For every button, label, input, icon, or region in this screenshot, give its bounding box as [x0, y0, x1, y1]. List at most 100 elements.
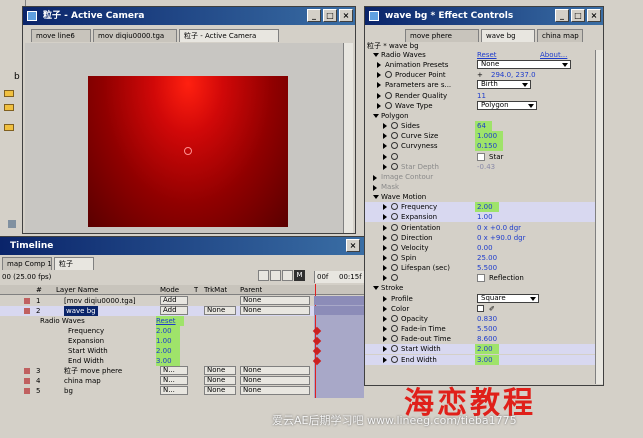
property-dropdown[interactable]: Polygon [477, 100, 537, 110]
parent-dropdown[interactable]: None [240, 366, 310, 375]
tool-icon[interactable] [282, 270, 293, 281]
eyedropper-icon[interactable]: ✐ [489, 304, 495, 314]
trkmat-dropdown[interactable]: None [204, 366, 236, 375]
effect-property-row[interactable]: Velocity 0.00 [365, 243, 597, 253]
stopwatch-icon[interactable] [391, 122, 398, 130]
stopwatch-icon[interactable] [391, 335, 398, 343]
expand-right-icon[interactable] [377, 82, 381, 89]
trkmat-dropdown[interactable]: None [204, 306, 236, 315]
checkbox[interactable] [477, 274, 485, 283]
maximize-button[interactable]: □ [323, 9, 337, 22]
layer-row[interactable]: 2 wave bg Add None None [0, 306, 364, 316]
expand-right-icon[interactable] [383, 234, 387, 241]
layer-bar[interactable] [314, 306, 364, 315]
minimize-button[interactable]: _ [555, 9, 569, 22]
stopwatch-icon[interactable] [385, 71, 392, 79]
folder-icon[interactable] [4, 124, 14, 131]
property-value[interactable]: 3.00 [475, 354, 499, 365]
timeline-title[interactable]: Timeline [0, 237, 364, 255]
expand-right-icon[interactable] [383, 265, 387, 272]
parent-dropdown[interactable]: None [240, 386, 310, 395]
property-value[interactable]: 0 x +0.0 dgr [477, 223, 521, 233]
comp-window-title[interactable]: 粒子 - Active Camera [23, 7, 355, 25]
effect-property-row[interactable]: Spin 25.00 [365, 253, 597, 263]
expand-right-icon[interactable] [383, 224, 387, 231]
checkbox[interactable] [477, 152, 485, 161]
property-row[interactable]: Start Width 2.00 [0, 346, 364, 356]
property-value[interactable]: 0 x +90.0 dgr [477, 233, 526, 243]
stopwatch-icon[interactable] [385, 91, 392, 99]
effect-property-row[interactable]: Frequency 2.00 [365, 202, 597, 213]
trkmat-dropdown[interactable]: None [204, 386, 236, 395]
effect-property-row[interactable]: Profile Square [365, 293, 597, 304]
color-swatch[interactable] [477, 304, 484, 312]
layer-name[interactable]: china map [64, 376, 101, 386]
effect-property-row[interactable]: Opacity 0.830 [365, 314, 597, 324]
timeline-close-button[interactable]: × [346, 239, 360, 252]
property-value[interactable]: 25.00 [477, 253, 497, 263]
folder-icon[interactable] [4, 90, 14, 97]
effect-property-row[interactable]: Color ✐ [365, 304, 597, 314]
stopwatch-icon[interactable] [391, 264, 398, 272]
trkmat-dropdown[interactable]: None [204, 376, 236, 385]
motion-blur-icon[interactable]: M [294, 270, 305, 281]
parent-dropdown[interactable]: None [240, 306, 310, 315]
effect-section-row[interactable]: Radio Waves Reset About... [365, 50, 597, 60]
property-value[interactable]: 64 [475, 121, 492, 132]
expand-right-icon[interactable] [377, 92, 381, 99]
property-value[interactable]: 2.00 [475, 344, 499, 355]
tab-china-map[interactable]: china map [537, 29, 583, 42]
expand-right-icon[interactable] [383, 295, 387, 302]
property-value[interactable]: 2.00 [156, 346, 180, 356]
expand-right-icon[interactable] [383, 153, 387, 160]
expand-right-icon[interactable] [383, 305, 387, 312]
effect-section-row[interactable]: Stroke [365, 283, 597, 293]
expand-right-icon[interactable] [383, 123, 387, 130]
effect-property-row[interactable]: Expansion 1.00 [365, 212, 597, 223]
expand-right-icon[interactable] [383, 163, 387, 170]
effect-property-row[interactable]: Wave Type Polygon [365, 100, 597, 111]
effect-property-row[interactable]: Direction 0 x +90.0 dgr [365, 233, 597, 243]
expand-right-icon[interactable] [383, 244, 387, 251]
property-value[interactable]: 11 [477, 91, 486, 101]
trash-icon[interactable] [8, 220, 16, 228]
layer-name[interactable]: [mov diqiu0000.tga] [64, 296, 136, 306]
property-row[interactable]: End Width 3.00 [0, 356, 364, 366]
property-value[interactable]: 1.000 [475, 131, 504, 142]
tool-icon[interactable] [270, 270, 281, 281]
property-value[interactable]: 2.00 [156, 326, 180, 336]
effect-property-row[interactable]: Curve Size 1.000 [365, 131, 597, 142]
layer-row[interactable]: 4 china map N... None None [0, 376, 364, 386]
mode-dropdown[interactable]: N... [160, 366, 188, 375]
stopwatch-icon[interactable] [391, 345, 398, 353]
effect-property-row[interactable]: Curvyness 0.150 [365, 141, 597, 152]
property-value[interactable]: 0.00 [477, 243, 493, 253]
layer-name[interactable]: bg [64, 386, 73, 396]
effect-property-row[interactable]: Orientation 0 x +0.0 dgr [365, 223, 597, 233]
property-value[interactable]: 5.500 [477, 263, 497, 273]
effect-section-row[interactable]: Wave Motion [365, 192, 597, 202]
stopwatch-icon[interactable] [391, 254, 398, 261]
comp-scrollbar[interactable] [343, 43, 353, 233]
expand-right-icon[interactable] [383, 346, 387, 353]
close-button[interactable]: × [339, 9, 353, 22]
effect-property-row[interactable]: Start Width 2.00 [365, 344, 597, 355]
layer-row[interactable]: 1 [mov diqiu0000.tga] Add None [0, 296, 364, 306]
expand-right-icon[interactable] [377, 102, 381, 109]
layer-bar[interactable] [314, 296, 364, 305]
expand-right-icon[interactable] [377, 62, 381, 69]
expand-right-icon[interactable] [383, 275, 387, 282]
tab-map-comp[interactable]: map Comp 1 [2, 257, 52, 270]
tab-active-camera[interactable]: 粒子 - Active Camera [179, 29, 279, 42]
property-value[interactable]: 5.500 [477, 324, 497, 334]
expand-down-icon[interactable] [373, 113, 379, 118]
property-dropdown[interactable]: None [477, 60, 571, 70]
effect-property-row[interactable]: Lifespan (sec) 5.500 [365, 263, 597, 273]
stopwatch-icon[interactable] [385, 101, 392, 109]
stopwatch-icon[interactable] [391, 142, 398, 150]
comp-viewer[interactable] [25, 43, 343, 233]
property-value[interactable]: 1.00 [477, 212, 493, 222]
effect-property-row[interactable]: End Width 3.00 [365, 354, 597, 365]
effect-property-row[interactable]: Render Quality 11 [365, 91, 597, 101]
stopwatch-icon[interactable] [391, 152, 398, 160]
